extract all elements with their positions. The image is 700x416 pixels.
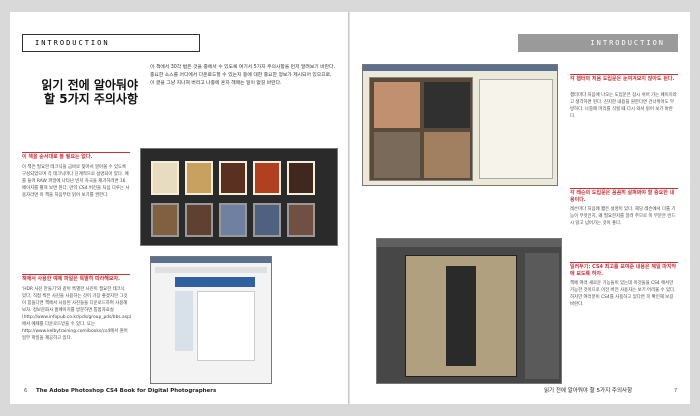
section2-title: 책에서 사용한 예제 파일은 특별히 따라해보자. xyxy=(22,276,121,282)
website-screenshot xyxy=(150,256,272,384)
section-rule xyxy=(570,262,678,263)
section4-text: 레슨마다 처음에 짧은 설명이 있다. 해당 레슨에서 다룰 기능이 무엇인지,… xyxy=(570,207,676,226)
photoshop-workspace-screenshot xyxy=(376,238,562,384)
page-number-right: 7 xyxy=(674,388,678,394)
page-number-left: 6 xyxy=(24,388,28,394)
section-rule xyxy=(22,274,130,275)
section1-title: 이 책을 순서대로 볼 필요는 없다. xyxy=(22,154,93,160)
section5-title: 일러두기: CS4 최고를 보여준 내용은 제일 마지막에 보도록 하자. xyxy=(570,264,677,277)
section1-text: 이 책은 필요한 테크닉을 금바로 찾아서 알아볼 수 있도록 구성되었으며 각… xyxy=(22,165,130,198)
section2-text: 'HDR 사진 만들기'와 같이 특별한 사진이 필요한 테크닉 있다. 직접 … xyxy=(22,287,132,341)
lightroom-screenshot xyxy=(140,148,338,246)
section3-text: 챕터마다 처음에 나오는 도입문은 잠시 쉬어 가는 페이지라고 생각하면 된다… xyxy=(570,93,677,119)
book-title-footer: The Adobe Photoshop CS4 Book for Digital… xyxy=(36,388,217,394)
section3-title: 각 챕터의 처음 도입문은 눈여겨보지 않아도 된다. xyxy=(570,76,675,82)
section-rule xyxy=(570,188,678,189)
right-page: INTRODUCTION 각 챕터의 처음 도입문은 눈여겨보지 않아도 된다.… xyxy=(350,12,690,404)
section-rule xyxy=(22,152,130,153)
chapter-title-footer: 읽기 전에 알아둬야 할 5가지 주의사항 xyxy=(544,388,633,394)
page-title: 읽기 전에 알아둬야 할 5가지 주의사항 xyxy=(41,78,138,106)
photoshop-dialog-screenshot xyxy=(362,64,558,186)
right-header: INTRODUCTION xyxy=(518,34,678,52)
left-header: INTRODUCTION xyxy=(22,34,200,52)
left-page: INTRODUCTION 읽기 전에 알아둬야 할 5가지 주의사항 이 책에서… xyxy=(10,12,350,404)
section5-text: 책에 여러 새로운 기능들이 있는데 이것들을 CS4 에서만 가능한 것이므로… xyxy=(570,281,676,307)
section-rule xyxy=(570,74,678,75)
section4-title: 각 레슨의 도입문은 꼼꼼히 살펴봐야 할 중요한 내용이다. xyxy=(570,190,675,203)
intro-paragraph: 이 책에서 30각 법은 것을 중에서 수 있도록 여기서 5가지 주의사항을 … xyxy=(150,65,335,86)
